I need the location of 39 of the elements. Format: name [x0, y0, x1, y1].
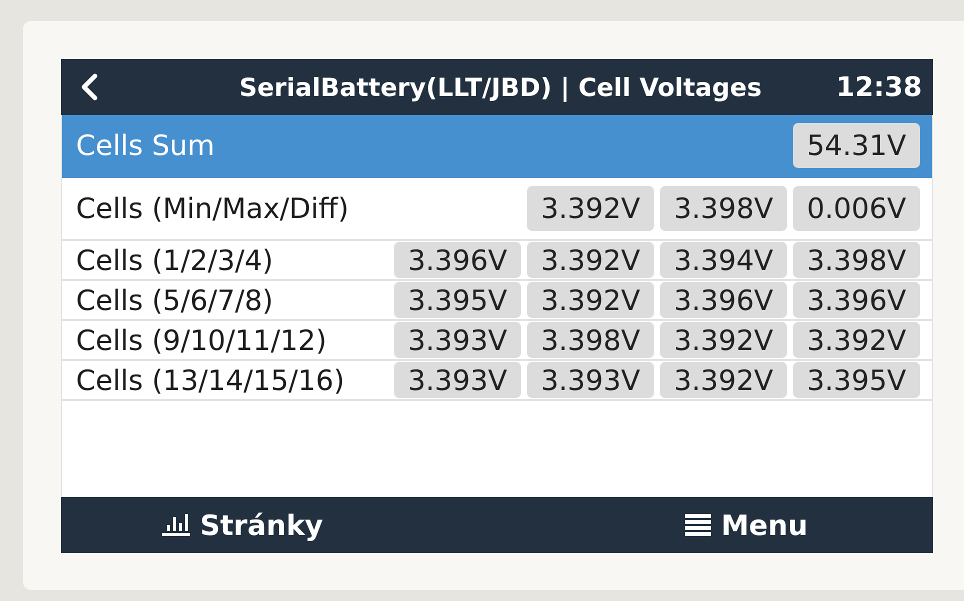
item-label: Cells (5/6/7/8) [76, 284, 274, 316]
menu-icon [685, 514, 712, 536]
voltage-readout: 3.393V [394, 362, 521, 398]
voltage-readout: 3.392V [793, 322, 920, 358]
voltage-readout: 0.006V [793, 186, 920, 231]
voltage-readout: 3.398V [527, 322, 654, 358]
voltage-readout: 3.396V [394, 242, 521, 278]
item-label: Cells (9/10/11/12) [76, 324, 328, 356]
voltage-readout: 3.398V [793, 242, 920, 278]
menu-button[interactable]: Menu [685, 508, 808, 542]
item-label: Cells (Min/Max/Diff) [76, 192, 350, 225]
voltage-readout: 3.396V [793, 282, 920, 318]
voltage-readout: 3.393V [527, 362, 654, 398]
back-button[interactable] [79, 73, 99, 101]
list-item[interactable]: Cells (13/14/15/16) 3.393V 3.393V 3.392V 3.395V [62, 361, 932, 401]
voltage-readout: 3.398V [660, 186, 787, 231]
list-item[interactable]: Cells (5/6/7/8) 3.395V 3.392V 3.396V 3.396V [62, 281, 932, 321]
clock-time: 12:38 [836, 72, 922, 102]
voltage-readout: 3.392V [527, 242, 654, 278]
list-item[interactable]: Cells (1/2/3/4) 3.396V 3.392V 3.394V 3.398V [62, 241, 932, 281]
item-label: Cells Sum [76, 129, 216, 162]
voltage-readout: 3.392V [660, 322, 787, 358]
item-label: Cells (13/14/15/16) [76, 364, 346, 396]
voltage-readout: 3.395V [793, 362, 920, 398]
list-item[interactable]: Cells Sum 54.31V [62, 115, 932, 178]
voltage-readout: 3.392V [660, 362, 787, 398]
voltage-readout: 3.392V [527, 282, 654, 318]
window-title: SerialBattery(LLT/JBD) | Cell Voltages [239, 72, 762, 102]
voltage-readout: 3.394V [660, 242, 787, 278]
bar-chart-icon [162, 514, 190, 536]
back-icon [79, 73, 99, 101]
voltage-readout: 3.395V [394, 282, 521, 318]
pages-button[interactable]: Stránky [162, 508, 324, 542]
voltage-readout: 3.392V [527, 186, 654, 231]
voltage-readout: 3.393V [394, 322, 521, 358]
list-item[interactable]: Cells (9/10/11/12) 3.393V 3.398V 3.392V 3.392V [62, 321, 932, 361]
voltage-readout: 54.31V [793, 123, 920, 168]
item-label: Cells (1/2/3/4) [76, 244, 274, 276]
voltage-readout: 3.396V [660, 282, 787, 318]
